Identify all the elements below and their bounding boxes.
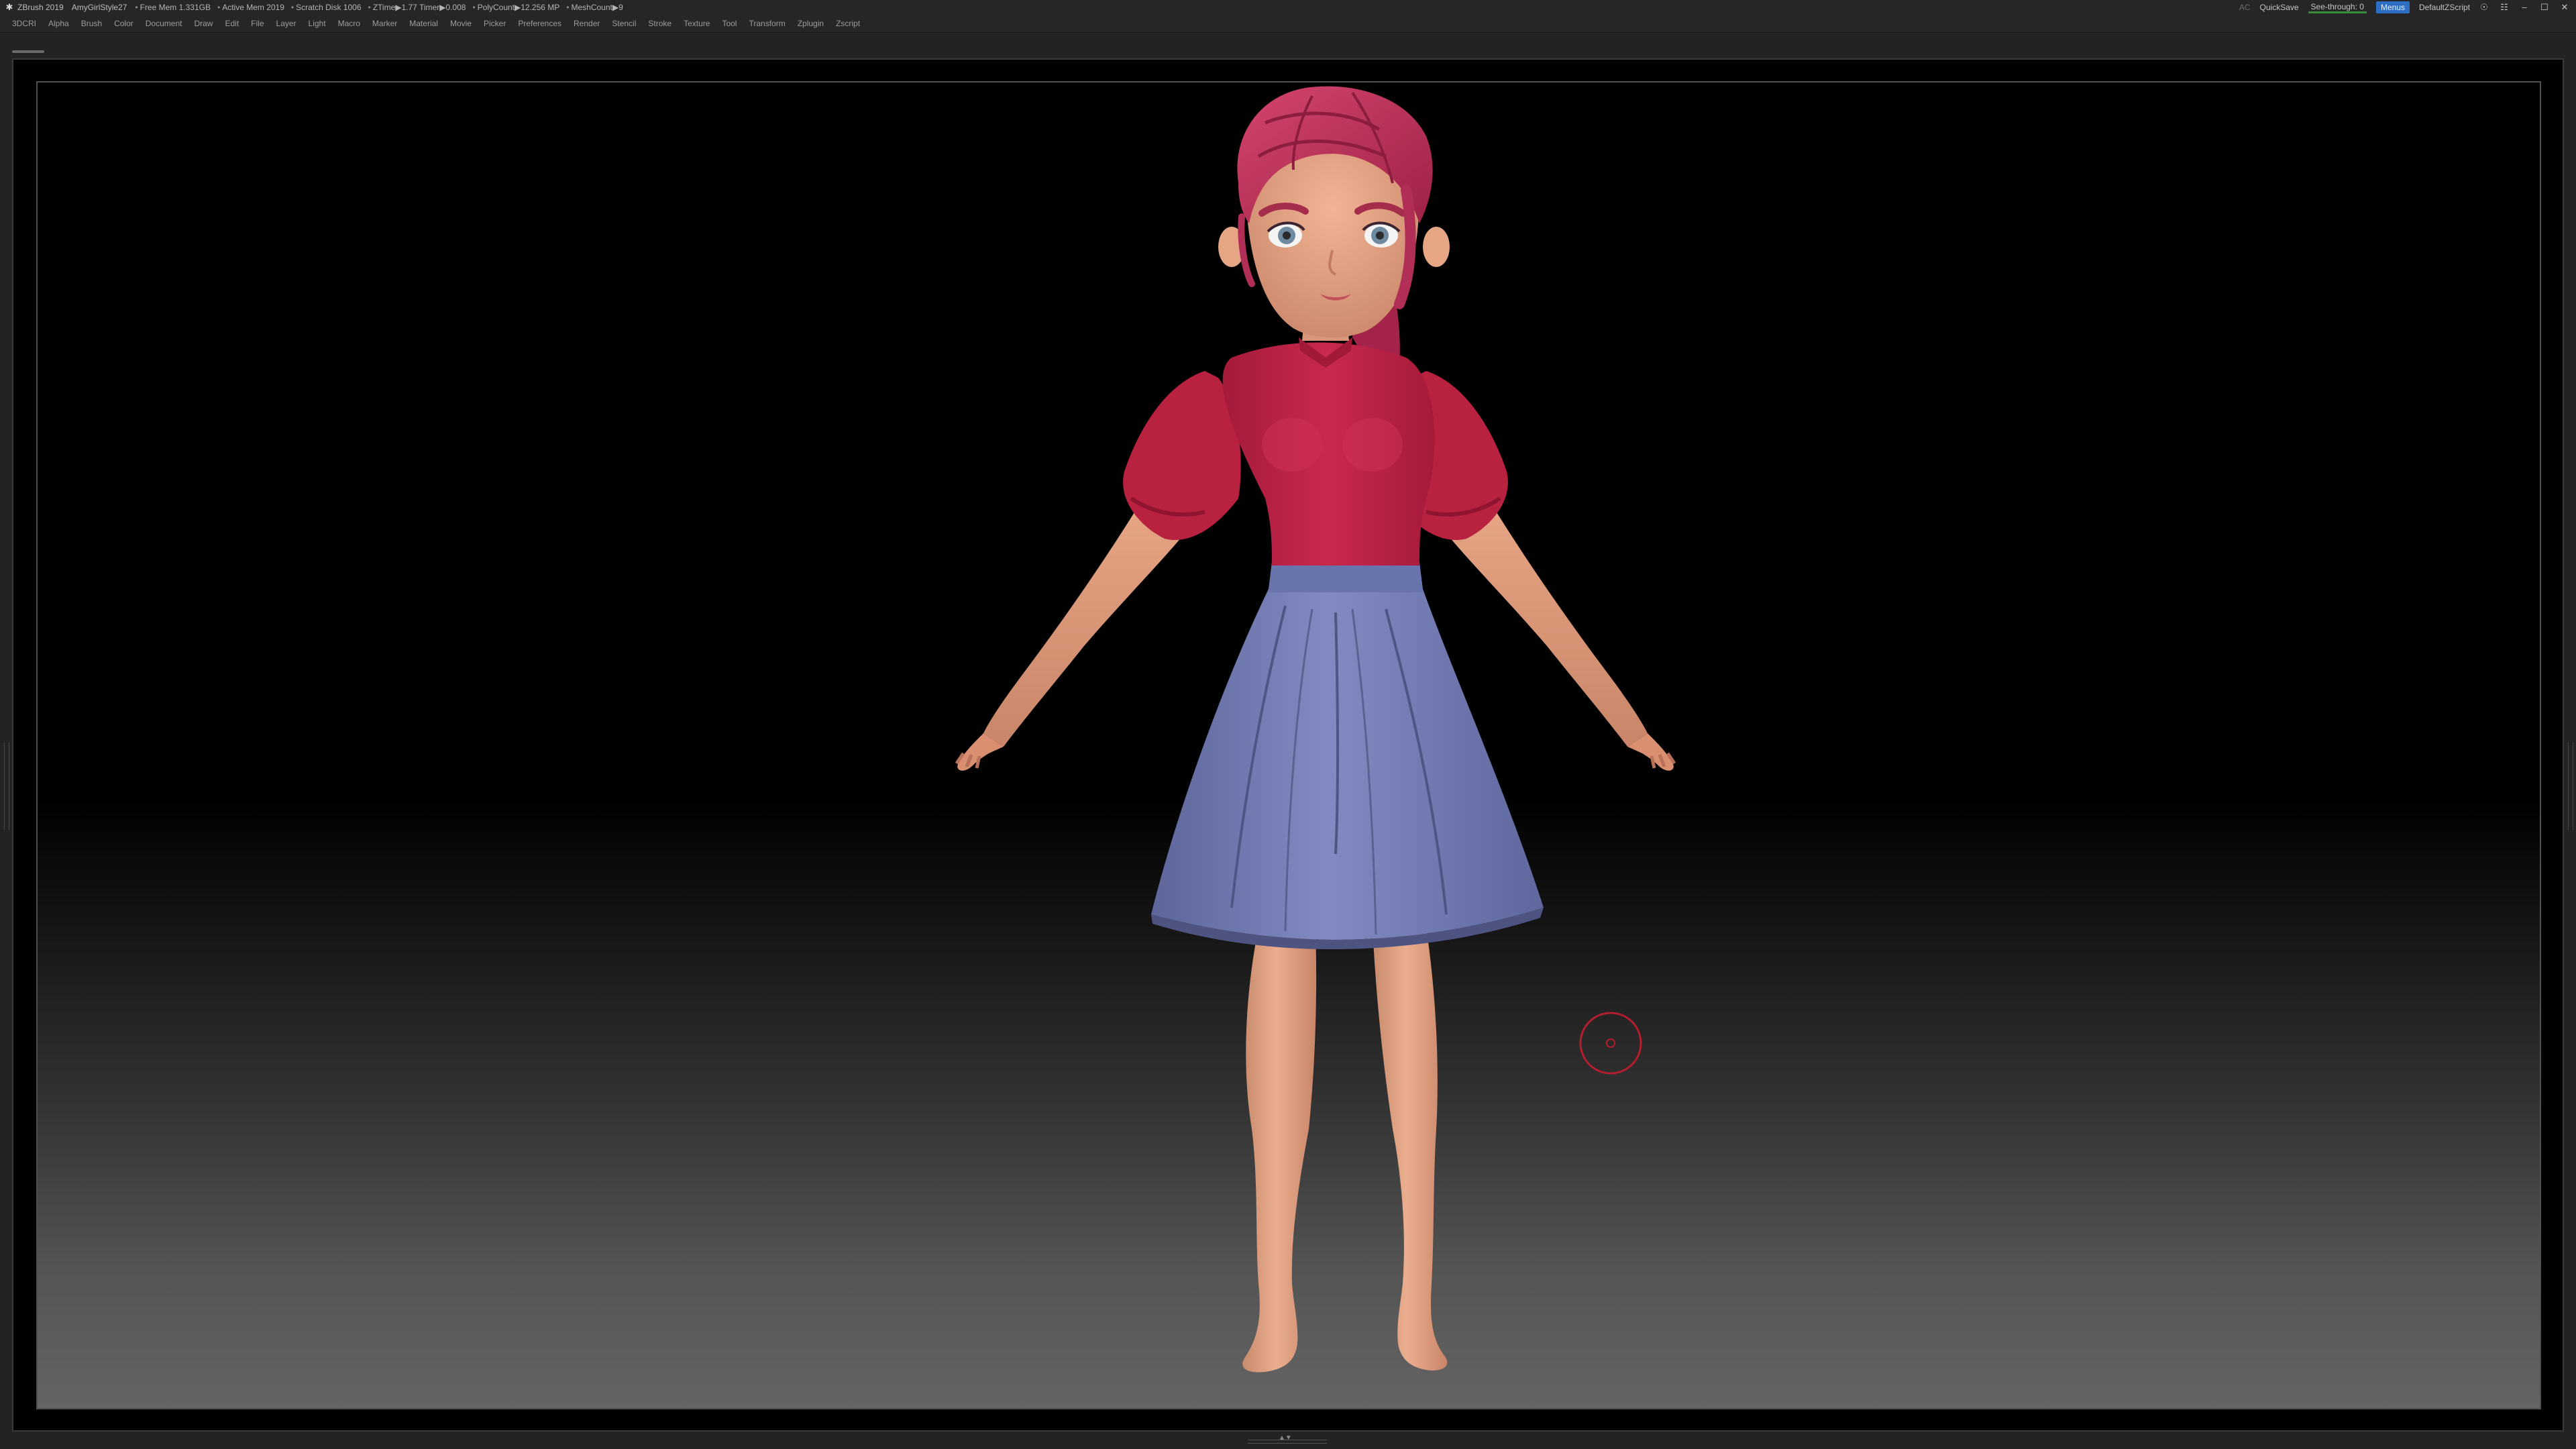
- see-through-slider[interactable]: See-through: 0: [2308, 2, 2367, 13]
- menu-tool[interactable]: Tool: [722, 19, 737, 28]
- right-tray: [2564, 58, 2576, 1427]
- top-shelf: [0, 33, 2576, 58]
- bottom-tray: ▲▼: [0, 1432, 2576, 1449]
- main-menu-bar: 3DCRI Alpha Brush Color Document Draw Edit File…: [0, 15, 2576, 33]
- menu-texture[interactable]: Texture: [684, 19, 710, 28]
- maximize-icon[interactable]: ☐: [2538, 2, 2551, 13]
- right-tray-toggle[interactable]: [2568, 743, 2573, 830]
- project-name: AmyGirlStyle27: [71, 3, 127, 12]
- menu-zplugin[interactable]: Zplugin: [798, 19, 824, 28]
- zbrush-logo-icon[interactable]: ✱: [4, 2, 15, 13]
- menu-edit[interactable]: Edit: [225, 19, 239, 28]
- left-tray-toggle[interactable]: [4, 743, 9, 830]
- default-zscript-button[interactable]: DefaultZScript: [2419, 3, 2470, 12]
- menu-zscript[interactable]: Zscript: [836, 19, 860, 28]
- menu-draw[interactable]: Draw: [194, 19, 213, 28]
- ac-button[interactable]: AC: [2239, 3, 2251, 12]
- help-icon[interactable]: ☉: [2478, 2, 2490, 13]
- stat-free-mem-value: Free Mem 1.331GB: [140, 3, 211, 12]
- bottom-tray-arrows-icon[interactable]: ▲▼: [1279, 1434, 1292, 1442]
- left-leg: [1242, 928, 1317, 1373]
- menus-toggle-button[interactable]: Menus: [2375, 1, 2410, 13]
- app-name: ZBrush 2019: [17, 3, 64, 12]
- menu-transform[interactable]: Transform: [749, 19, 785, 28]
- menu-preferences[interactable]: Preferences: [518, 19, 561, 28]
- top-shirt: [1222, 337, 1435, 566]
- sculpt-canvas[interactable]: [36, 81, 2541, 1409]
- stat-polycount: • PolyCount▶12.256 MP: [472, 3, 560, 12]
- menu-render[interactable]: Render: [574, 19, 600, 28]
- menu-color[interactable]: Color: [114, 19, 133, 28]
- close-icon[interactable]: ✕: [2559, 2, 2571, 13]
- menu-movie[interactable]: Movie: [450, 19, 472, 28]
- stat-ztime: • ZTime▶1.77 Timer▶0.008: [368, 3, 466, 12]
- stat-scratch-disk: • Scratch Disk 1006: [290, 3, 362, 12]
- left-tray: [0, 58, 12, 1427]
- menu-3dcri[interactable]: 3DCRI: [12, 19, 36, 28]
- menu-stencil[interactable]: Stencil: [612, 19, 636, 28]
- character-model: [955, 86, 1676, 1373]
- menu-layer[interactable]: Layer: [276, 19, 297, 28]
- menu-stroke[interactable]: Stroke: [648, 19, 672, 28]
- menu-macro[interactable]: Macro: [338, 19, 360, 28]
- menu-marker[interactable]: Marker: [372, 19, 397, 28]
- skirt: [1151, 562, 1544, 949]
- stat-free-mem: • Free Mem 1.331GB: [135, 3, 211, 12]
- stat-polycount-value: PolyCount▶12.256 MP: [477, 3, 560, 12]
- right-leg: [1373, 928, 1448, 1371]
- stat-scratch-disk-value: Scratch Disk 1006: [296, 3, 362, 12]
- menu-picker[interactable]: Picker: [484, 19, 506, 28]
- brush-cursor[interactable]: [1579, 1012, 1642, 1075]
- stat-meshcount: • MeshCount▶9: [566, 3, 623, 12]
- stat-active-mem-value: Active Mem 2019: [222, 3, 284, 12]
- title-bar: ✱ ZBrush 2019 AmyGirlStyle27 • Free Mem 1…: [0, 0, 2576, 15]
- menu-document[interactable]: Document: [146, 19, 182, 28]
- menu-brush[interactable]: Brush: [81, 19, 102, 28]
- menu-material[interactable]: Material: [409, 19, 438, 28]
- layout-icon[interactable]: ☷: [2498, 2, 2510, 13]
- top-tray-handle[interactable]: [12, 50, 44, 53]
- left-sleeve: [1123, 371, 1241, 540]
- stat-ztime-value: ZTime▶1.77 Timer▶0.008: [372, 3, 466, 12]
- quicksave-button[interactable]: QuickSave: [2260, 3, 2299, 12]
- minimize-icon[interactable]: ‒: [2518, 2, 2530, 13]
- menu-file[interactable]: File: [251, 19, 264, 28]
- document-viewport: [12, 58, 2564, 1432]
- stat-meshcount-value: MeshCount▶9: [571, 3, 623, 12]
- menu-light[interactable]: Light: [309, 19, 326, 28]
- menu-alpha[interactable]: Alpha: [48, 19, 69, 28]
- zbrush-window: ✱ ZBrush 2019 AmyGirlStyle27 • Free Mem 1…: [0, 0, 2576, 1449]
- stat-active-mem: • Active Mem 2019: [217, 3, 284, 12]
